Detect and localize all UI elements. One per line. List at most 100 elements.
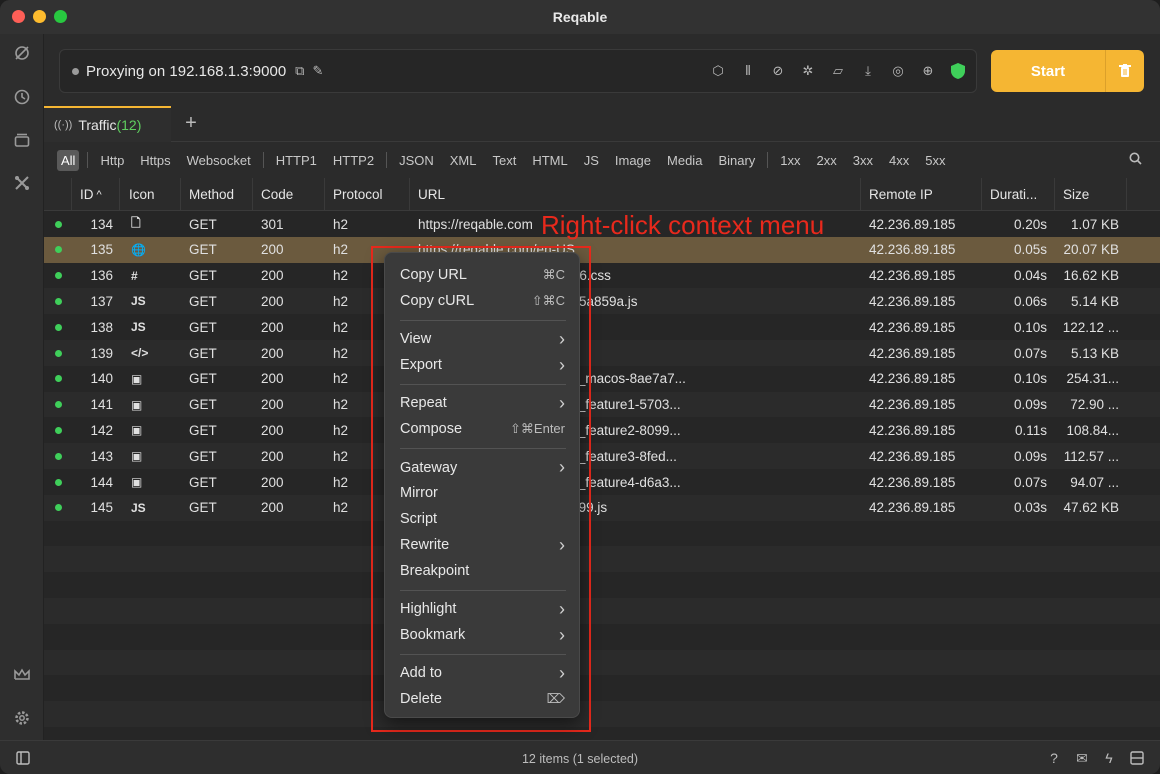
edit-pencil-icon[interactable]: ✎ [312,63,323,79]
filter-chip-3xx[interactable]: 3xx [849,150,877,171]
filter-chip-1xx[interactable]: 1xx [776,150,804,171]
menu-item-export[interactable]: Export › [385,352,581,378]
filter-chip-https[interactable]: Https [136,150,174,171]
status-dot [44,314,72,340]
image-icon: ▣ [131,475,143,489]
search-icon[interactable] [1129,152,1142,168]
lightning-icon[interactable]: ϟ [1100,749,1118,767]
menu-item-compose[interactable]: Compose ⇧⌘Enter [385,416,581,442]
filter-chip-http1[interactable]: HTTP1 [272,150,321,171]
column-header-durati[interactable]: Durati... [982,178,1055,211]
empty-row [44,649,1160,676]
maximize-window-button[interactable] [54,10,67,23]
menu-item-view[interactable]: View › [385,326,581,352]
empty-row [44,521,1160,547]
capture-icon[interactable] [11,42,33,64]
menu-shortcut: ⌘C [542,267,565,282]
feedback-icon[interactable]: ✉ [1073,749,1091,767]
image-icon: ▣ [131,371,143,386]
ssl-lock-icon[interactable]: ⬡ [708,60,728,82]
menu-item-script[interactable]: Script [385,506,581,532]
filter-chip-text[interactable]: Text [488,150,520,171]
menu-item-highlight[interactable]: Highlight › [385,596,581,622]
column-header-remoteip[interactable]: Remote IP [861,178,982,211]
menu-item-rewrite[interactable]: Rewrite › [385,532,581,558]
status-dot [44,288,72,314]
filter-chip-xml[interactable]: XML [446,150,481,171]
table-row[interactable]: 136#GET200h2/assets/css/styles.7bbae746.… [44,263,1160,289]
column-header-icon[interactable]: Icon [121,178,181,211]
filter-chip-2xx[interactable]: 2xx [813,150,841,171]
breakpoint-bug-icon[interactable]: ✲ [798,60,818,82]
column-header-size[interactable]: Size [1055,178,1127,211]
row-code: 200 [261,319,284,335]
help-icon[interactable]: ? [1045,749,1063,767]
menu-item-label: Mirror [400,485,438,502]
throttle-icon[interactable]: ◎ [888,60,908,82]
column-header-id[interactable]: ID ^ [72,178,120,211]
tab-traffic[interactable]: ((·)) Traffic (12) [44,106,171,142]
menu-item-breakpoint[interactable]: Breakpoint [385,558,581,584]
menu-item-delete[interactable]: Delete ⌦ [385,686,581,712]
network-globe-icon[interactable]: ⊕ [918,60,938,82]
filter-chip-all[interactable]: All [57,149,80,171]
table-row[interactable]: 138JSGET200h2/assets/js/main.ca5b74fa.js… [44,314,1160,340]
menu-item-gateway[interactable]: Gateway › [385,455,581,481]
filter-chip-html[interactable]: HTML [528,150,571,171]
column-header-method[interactable]: Method [181,178,253,211]
table-row[interactable]: 142▣GET200h2/assets/images/screenshot_fe… [44,417,1160,443]
table-row[interactable]: 143▣GET200h2/assets/images/screenshot_fe… [44,443,1160,469]
filter-chip-js[interactable]: JS [580,150,603,171]
column-header-protocol[interactable]: Protocol [325,178,410,211]
table-row[interactable]: 144▣GET200h2/assets/images/screenshot_fe… [44,469,1160,495]
left-sidebar [0,34,44,740]
filter-chip-json[interactable]: JSON [395,150,438,171]
row-duration: 0.11s [1014,422,1047,438]
collections-icon[interactable] [11,129,33,151]
proxy-status-text: Proxying on 192.168.1.3:9000 [86,62,287,80]
table-row[interactable]: 140▣GET200h2/assets/images/screenshot_ma… [44,366,1160,392]
ssl-shield-icon[interactable] [948,60,968,82]
add-tab-plus-icon[interactable]: + [180,112,202,134]
menu-item-bookmark[interactable]: Bookmark › [385,622,581,648]
history-icon[interactable] [11,86,33,108]
crown-icon[interactable] [11,664,33,686]
mirror-icon[interactable]: ⫴ [738,60,758,82]
filter-chip-image[interactable]: Image [611,150,655,171]
table-row[interactable]: 141▣GET200h2/assets/images/screenshot_fe… [44,391,1160,418]
menu-separator [400,653,566,655]
table-row[interactable]: 145JSGET200h2/assets/js/c4f5d8e4.f971049… [44,494,1160,521]
column-header-code[interactable]: Code [253,178,325,211]
gateway-icon[interactable]: ⊘ [768,60,788,82]
table-row[interactable]: 139</>GET200h2/img/logo.svg42.236.89.185… [44,340,1160,366]
menu-item-copy-url[interactable]: Copy URL ⌘C [385,262,581,288]
row-id: 134 [90,216,113,232]
close-window-button[interactable] [12,10,25,23]
filter-chip-http[interactable]: Http [96,150,128,171]
minimize-window-button[interactable] [33,10,46,23]
filter-chip-media[interactable]: Media [663,150,706,171]
status-ok-dot [54,246,62,254]
download-icon[interactable]: ⤓ [858,60,878,82]
menu-item-repeat[interactable]: Repeat › [385,390,581,416]
table-row[interactable]: 137JSGET200h2/assets/js/runtime~main.315… [44,288,1160,315]
clear-trash-icon[interactable] [1106,50,1144,92]
column-header-url[interactable]: URL [410,178,861,211]
filter-chip-binary[interactable]: Binary [714,150,759,171]
status-column-header [44,178,72,211]
script-icon[interactable]: ▱ [828,60,848,82]
filter-chip-4xx[interactable]: 4xx [885,150,913,171]
menu-item-copy-curl[interactable]: Copy cURL ⇧⌘C [385,288,581,314]
layout-panel-icon[interactable] [1128,749,1146,767]
start-button[interactable]: Start [991,63,1105,80]
menu-item-label: Delete [400,691,442,708]
filter-chip-http2[interactable]: HTTP2 [329,150,378,171]
copy-icon[interactable]: ⧉ [295,63,304,79]
tools-icon[interactable] [11,172,33,194]
filter-chip-5xx[interactable]: 5xx [921,150,949,171]
settings-gear-icon[interactable] [11,707,33,729]
menu-item-add-to[interactable]: Add to › [385,660,581,686]
empty-row [44,701,1160,727]
filter-chip-websocket[interactable]: Websocket [183,150,255,171]
menu-item-mirror[interactable]: Mirror [385,480,581,506]
